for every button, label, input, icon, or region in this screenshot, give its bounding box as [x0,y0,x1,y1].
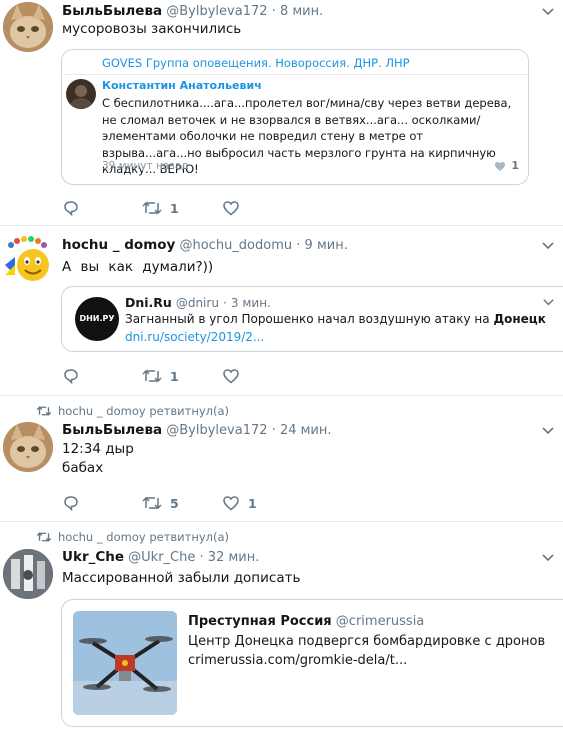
reply-button[interactable] [62,367,102,385]
card-author-name[interactable]: Преступная Россия [188,614,332,629]
tweet-text-line-2: бабах [62,460,104,476]
quoted-tweet[interactable]: DНИ.РУ Dni.Ru @dniru · 3 мин. Загнанный … [61,286,563,352]
heart-icon [223,201,239,216]
avatar-logo[interactable] [3,549,53,599]
heart-icon[interactable] [494,161,506,172]
reply-icon [64,369,78,385]
author-name[interactable]: БыльБылева [62,3,162,19]
quoted-author-name[interactable]: Dni.Ru [125,295,172,310]
tweet-actions: 5 1 [62,494,362,512]
retweet-button[interactable]: 1 [142,367,182,385]
like-button[interactable] [222,367,262,385]
retweet-context-text[interactable]: hochu _ domoy ретвитнул(а) [58,530,229,544]
quoted-tweet[interactable]: Преступная Россия @crimerussia Центр Дон… [61,599,563,727]
retweet-icon [36,406,52,416]
reply-button[interactable] [62,199,102,217]
quoted-timestamp[interactable]: 3 мин. [231,296,271,310]
retweet-icon [36,532,52,542]
avatar-emoji[interactable] [3,235,53,285]
author-name[interactable]: hochu _ domoy [62,237,175,253]
quoted-divider [62,74,528,75]
tweet-2[interactable]: hochu _ domoy @hochu_dodomu · 9 мин. А в… [0,226,563,396]
inner-author-name[interactable]: Константин Анатольевич [102,79,262,92]
tweet-text: мусоровозы закончились [62,21,242,37]
avatar-cat[interactable] [3,422,53,472]
chevron-down-icon[interactable] [541,551,555,565]
like-button[interactable] [222,199,262,217]
author-handle[interactable]: @Bylbyleva172 [166,423,267,438]
card-link[interactable]: crimerussia.com/gromkie-dela/t... [188,653,407,668]
retweet-icon [142,201,162,215]
author-name[interactable]: БыльБылева [62,422,162,438]
separator-dot: · [271,423,276,438]
drone-image[interactable] [73,611,177,715]
card-author-handle[interactable]: @crimerussia [336,614,424,629]
retweet-count: 1 [170,369,179,384]
tweet-text: А вы как думали?)) [62,259,214,275]
timestamp[interactable]: 32 мин. [208,550,260,565]
card-text: Центр Донецка подвергся бомбардировке с … [188,634,546,649]
retweet-count: 5 [170,496,179,511]
chevron-down-icon[interactable] [541,424,555,438]
chevron-down-icon[interactable] [542,296,555,309]
heart-icon [223,496,239,511]
heart-icon [223,369,239,384]
inner-avatar[interactable] [66,79,96,109]
retweet-button[interactable]: 5 [142,494,182,512]
dniru-logo[interactable]: DНИ.РУ [75,297,119,341]
quoted-author-handle[interactable]: @dniru [176,296,219,310]
retweet-context-text[interactable]: hochu _ domoy ретвитнул(а) [58,404,229,418]
tweet-actions: 1 [62,367,362,385]
quoted-text: Загнанный в угол Порошенко начал воздушн… [125,312,494,326]
author-handle[interactable]: @Ukr_Che [128,550,195,565]
retweet-count: 1 [170,201,179,216]
chevron-down-icon[interactable] [541,239,555,253]
tweet-3[interactable]: hochu _ domoy ретвитнул(а) БыльБылева @B… [0,396,563,522]
retweet-icon [142,496,162,510]
timestamp[interactable]: 9 мин. [305,238,348,253]
like-count: 1 [248,496,257,511]
reply-icon [64,496,78,512]
quoted-card[interactable]: GOVES Группа оповещения. Новороссия. ДНР… [61,49,529,185]
separator-dot: · [222,295,227,310]
retweet-icon [142,369,162,383]
dniru-logo-text: DНИ.РУ [79,314,115,323]
author-handle[interactable]: @hochu_dodomu [179,238,292,253]
author-handle[interactable]: @Bylbyleva172 [166,4,267,19]
chevron-down-icon[interactable] [541,5,555,19]
separator-dot: · [199,550,204,565]
tweet-text-line-1: 12:34 дыр [62,441,134,457]
tweet-1[interactable]: БыльБылева @Bylbyleva172 · 8 мин. мусоро… [0,0,563,226]
timestamp[interactable]: 8 мин. [280,4,323,19]
quoted-header[interactable]: GOVES Группа оповещения. Новороссия. ДНР… [102,56,410,70]
quoted-link[interactable]: dni.ru/society/2019/2... [125,330,264,344]
inner-timestamp[interactable]: 39 минут назад [102,160,189,172]
tweet-text: Массированной забыли дописать [62,570,301,586]
timestamp[interactable]: 24 мин. [280,423,332,438]
like-button[interactable]: 1 [222,494,262,512]
author-name[interactable]: Ukr_Che [62,549,124,565]
inner-like-count: 1 [511,159,519,172]
retweet-button[interactable]: 1 [142,199,182,217]
reply-button[interactable] [62,494,102,512]
avatar-cat[interactable] [3,2,53,52]
tweet-4[interactable]: hochu _ domoy ретвитнул(а) Ukr_Che @Ukr_… [0,522,563,730]
separator-dot: · [296,238,301,253]
tweet-actions: 1 [62,199,362,217]
reply-icon [64,201,78,217]
quoted-text-bold[interactable]: Донецк [493,312,545,326]
separator-dot: · [271,4,276,19]
